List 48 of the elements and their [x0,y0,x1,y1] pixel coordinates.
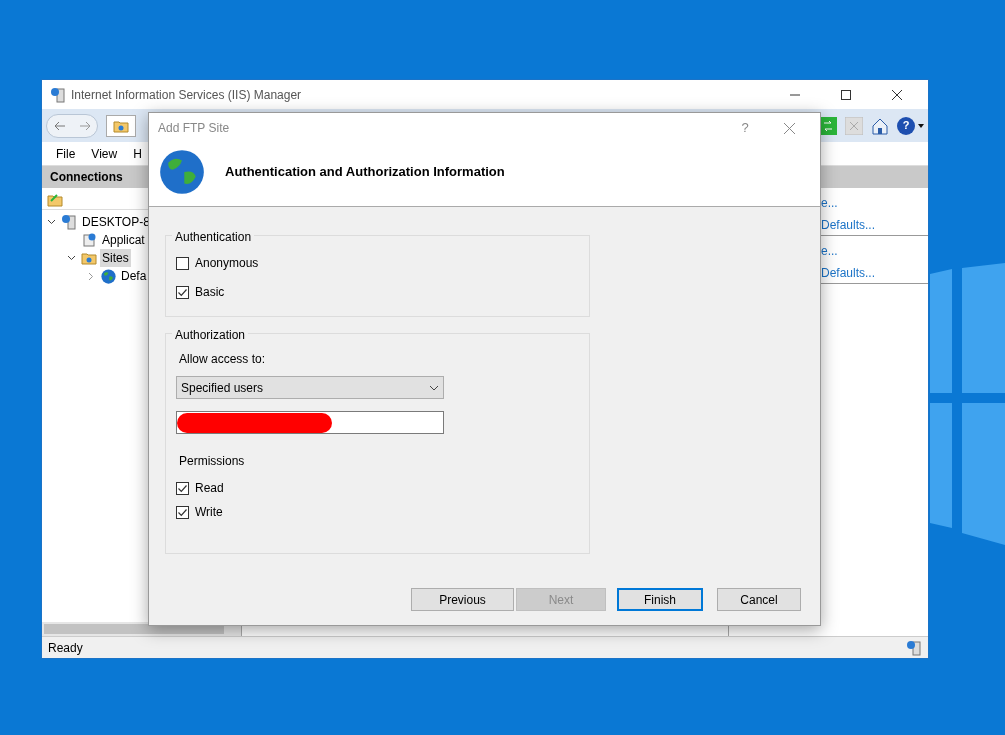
globe-icon [101,268,116,284]
checkbox[interactable] [176,481,189,495]
dialog-button[interactable]: Finish [617,588,703,611]
dialog-button[interactable]: Previous [411,588,514,611]
checkbox-label: Read [195,480,224,497]
server-icon [906,639,922,656]
app-icon [50,86,66,103]
field-label: Allow access to: [178,351,267,368]
window-title: Internet Information Services (IIS) Manager [71,86,302,104]
tree-item[interactable]: Defa [119,267,149,285]
action-link[interactable]: e... [821,194,838,212]
checkbox[interactable] [176,285,189,299]
tree-item[interactable]: Applicat [100,231,147,249]
server-icon [61,214,77,230]
access-dropdown[interactable]: Specified users [176,376,444,399]
address-bar[interactable] [106,114,136,137]
action-link[interactable]: Defaults... [821,215,876,234]
status-text: Ready [48,639,83,657]
dialog-title: Add FTP Site [158,120,230,137]
action-link[interactable]: e... [821,242,838,260]
expanded-chevron-icon[interactable] [46,219,56,225]
menu-item[interactable]: View [91,144,118,163]
tree-item[interactable]: DESKTOP-8 [80,213,152,231]
home-icon[interactable] [871,116,889,135]
checkbox[interactable] [176,256,189,270]
checkbox-label: Anonymous [195,255,259,272]
checkbox[interactable] [176,505,189,519]
collapsed-chevron-icon[interactable] [88,271,94,281]
dropdown-caret-icon [918,123,924,128]
menu-item[interactable]: File [56,144,76,163]
checkbox-label: Basic [195,284,225,301]
users-field[interactable] [176,411,444,434]
field-label: Permissions [178,453,246,470]
forward-arrow-icon [78,120,91,131]
folder-icon [81,250,97,266]
help-button[interactable]: ? [723,118,767,138]
globe-icon [159,148,205,195]
pool-icon [81,232,97,248]
tree-item[interactable]: Sites [100,249,131,267]
close-icon[interactable] [892,89,902,100]
expanded-chevron-icon[interactable] [66,255,76,261]
menu-item[interactable]: H [133,144,142,163]
action-link[interactable]: Defaults... [821,263,876,282]
back-arrow-icon [53,120,66,131]
dialog-button[interactable]: Cancel [717,588,801,611]
checkbox-label: Write [195,504,223,521]
chevron-down-icon [429,384,439,391]
maximize-icon[interactable] [841,89,851,100]
